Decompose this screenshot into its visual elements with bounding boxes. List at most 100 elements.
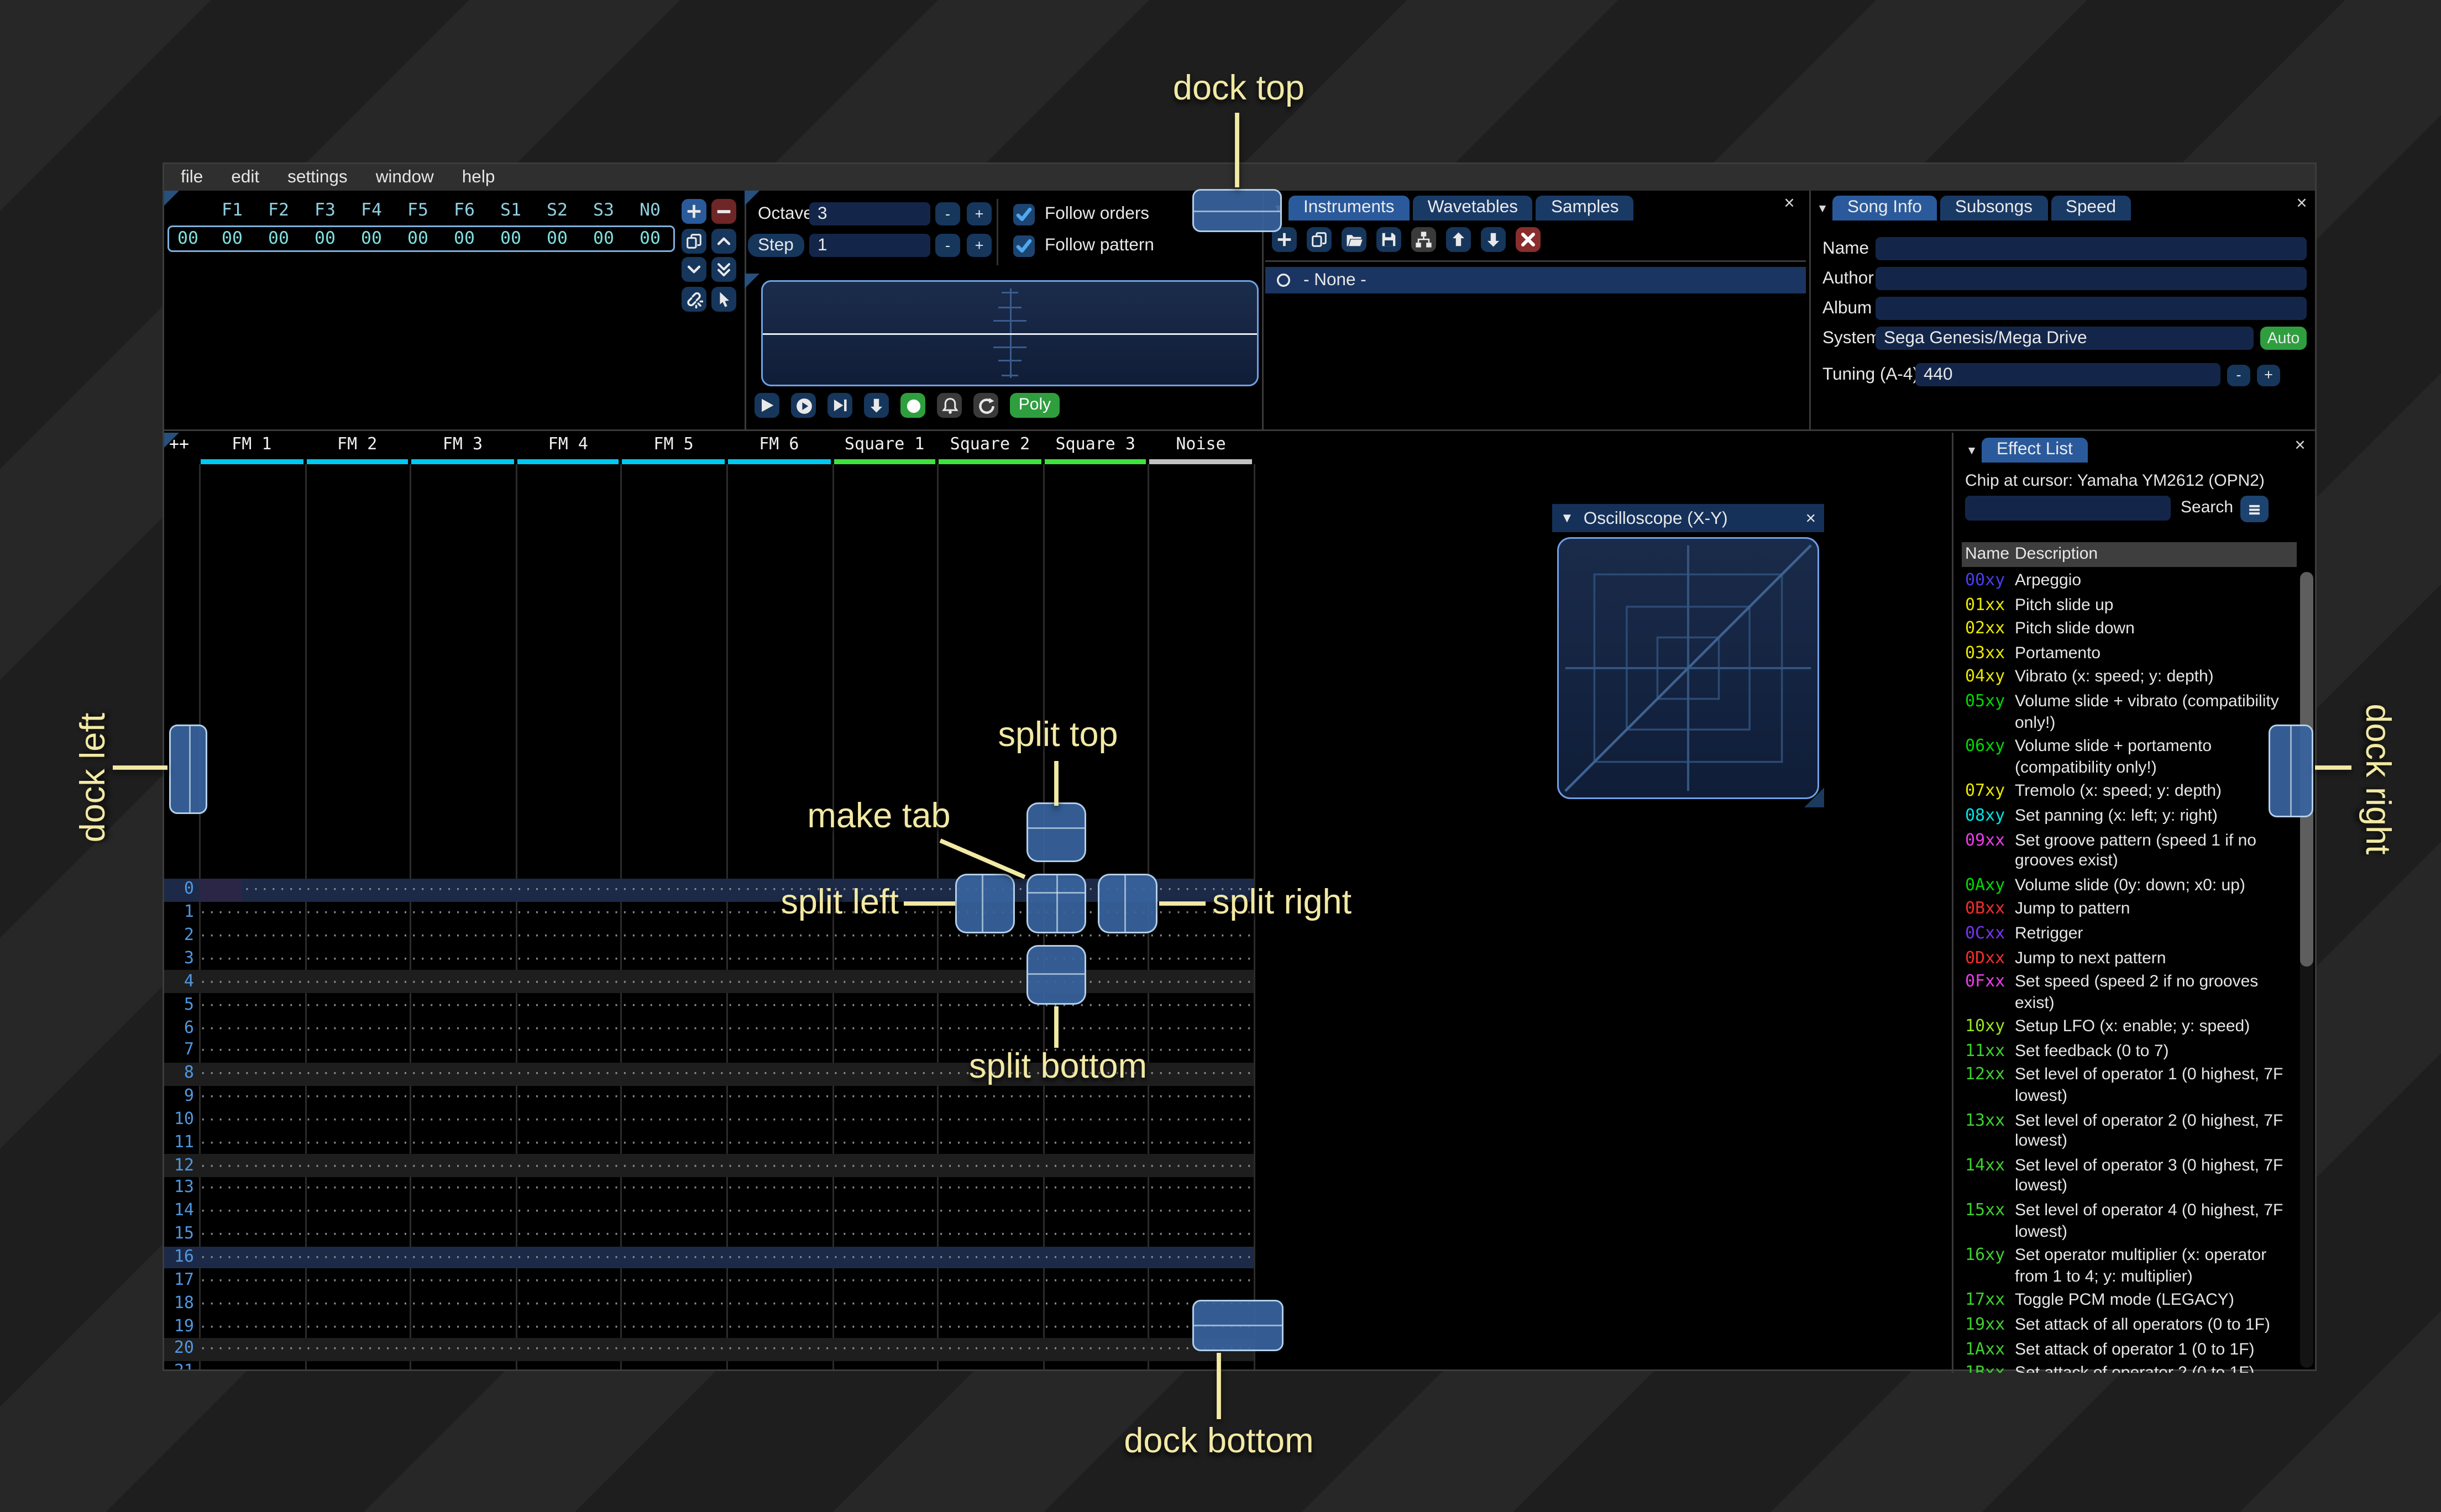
channel-header-fm-1[interactable]: FM 1 bbox=[199, 436, 305, 454]
author-input[interactable] bbox=[1876, 267, 2307, 290]
album-input[interactable] bbox=[1876, 297, 2307, 320]
name-input[interactable] bbox=[1876, 237, 2307, 260]
pattern-cell[interactable]: ············ bbox=[832, 1181, 937, 1196]
pattern-cell[interactable]: ············ bbox=[199, 1158, 305, 1173]
pattern-cell[interactable]: ············ bbox=[937, 1319, 1043, 1334]
pattern-cell[interactable]: ············ bbox=[515, 1227, 621, 1242]
pattern-cell[interactable]: ············ bbox=[1148, 1227, 1254, 1242]
window-list-caret-icon[interactable]: ▼ bbox=[1813, 197, 1832, 221]
split-left-target[interactable] bbox=[955, 874, 1015, 933]
pattern-cell[interactable]: ············ bbox=[305, 928, 410, 943]
pattern-cell[interactable]: ············ bbox=[726, 1319, 832, 1334]
pattern-cell[interactable]: ············ bbox=[199, 1043, 305, 1058]
record-button[interactable] bbox=[900, 393, 925, 418]
pattern-cell[interactable]: ············ bbox=[1148, 1181, 1254, 1196]
pattern-cell[interactable]: ············ bbox=[199, 998, 305, 1012]
step-plus-button[interactable]: + bbox=[967, 234, 992, 257]
step-input[interactable]: 1 bbox=[809, 234, 930, 257]
pattern-cell[interactable]: ············ bbox=[1148, 1135, 1254, 1150]
pattern-cell[interactable]: ············ bbox=[1148, 1089, 1254, 1104]
pattern-cell[interactable]: ············ bbox=[1043, 1112, 1148, 1127]
split-right-target[interactable] bbox=[1098, 874, 1157, 933]
pattern-cell[interactable]: ············ bbox=[621, 1181, 726, 1196]
pattern-cell[interactable]: ············ bbox=[1148, 1250, 1254, 1265]
pattern-cell[interactable]: ············ bbox=[621, 1135, 726, 1150]
pattern-cell[interactable]: ············ bbox=[199, 1250, 305, 1265]
pattern-cell[interactable]: ············ bbox=[1043, 1204, 1148, 1219]
pattern-cell[interactable]: ············ bbox=[305, 1296, 410, 1311]
pattern-cell[interactable]: ············ bbox=[832, 1158, 937, 1173]
pattern-cell[interactable]: ············ bbox=[515, 883, 621, 897]
dock-right-target[interactable] bbox=[2269, 725, 2313, 817]
pattern-cell[interactable]: ············ bbox=[410, 1135, 516, 1150]
auto-system-button[interactable]: Auto bbox=[2260, 327, 2307, 350]
pattern-cell[interactable]: ············ bbox=[1148, 1021, 1254, 1036]
pattern-cell[interactable]: ············ bbox=[410, 906, 516, 921]
pattern-cell[interactable]: ············ bbox=[726, 1021, 832, 1036]
pattern-cell[interactable]: ············ bbox=[621, 1204, 726, 1219]
channel-header-fm-6[interactable]: FM 6 bbox=[726, 436, 832, 454]
pattern-cell[interactable]: ············ bbox=[832, 1021, 937, 1036]
open-instrument-button[interactable] bbox=[1342, 227, 1366, 252]
pattern-cell[interactable]: ············ bbox=[199, 974, 305, 989]
pattern-cell[interactable]: ············ bbox=[305, 1089, 410, 1104]
step-row-button[interactable] bbox=[864, 393, 889, 418]
pattern-cell[interactable]: ············ bbox=[305, 1250, 410, 1265]
follow-pattern-checkbox[interactable] bbox=[1013, 234, 1035, 256]
pattern-cell[interactable]: ············ bbox=[515, 906, 621, 921]
pattern-cell[interactable]: ············ bbox=[832, 1135, 937, 1150]
pattern-cell[interactable]: ············ bbox=[832, 974, 937, 989]
pattern-cell[interactable]: ············ bbox=[410, 1112, 516, 1127]
pattern-cell[interactable]: ············ bbox=[1043, 1158, 1148, 1173]
channel-header-noise[interactable]: Noise bbox=[1148, 436, 1254, 454]
panel-separator[interactable] bbox=[1952, 433, 1953, 1373]
pattern-cell[interactable]: ············ bbox=[621, 1021, 726, 1036]
system-input[interactable]: Sega Genesis/Mega Drive bbox=[1876, 327, 2254, 350]
pattern-cell[interactable]: ············ bbox=[199, 928, 305, 943]
pattern-cell[interactable]: ············ bbox=[1043, 1319, 1148, 1334]
pattern-cell[interactable]: ············ bbox=[937, 1135, 1043, 1150]
pattern-cell[interactable]: ············ bbox=[1043, 1135, 1148, 1150]
menu-item-settings[interactable]: settings bbox=[287, 167, 348, 187]
dock-top-target[interactable] bbox=[1192, 189, 1282, 232]
tab-speed[interactable]: Speed bbox=[2050, 196, 2131, 221]
order-pattern-cell[interactable]: 00 bbox=[627, 229, 673, 249]
pattern-cell[interactable]: ············ bbox=[832, 1296, 937, 1311]
pattern-cell[interactable]: ············ bbox=[937, 1021, 1043, 1036]
instrument-up-button[interactable] bbox=[1446, 227, 1471, 252]
poly-button[interactable]: Poly bbox=[1010, 393, 1060, 418]
pattern-cell[interactable]: ············ bbox=[410, 1089, 516, 1104]
order-pattern-cell[interactable]: 00 bbox=[395, 229, 441, 249]
pattern-cell[interactable]: ············ bbox=[1148, 1365, 1254, 1369]
collapse-triangle-icon[interactable]: ▼ bbox=[1560, 511, 1574, 526]
pattern-cell[interactable]: ············ bbox=[621, 1067, 726, 1082]
pattern-cell[interactable]: ············ bbox=[410, 1181, 516, 1196]
order-pattern-cell[interactable]: 00 bbox=[441, 229, 488, 249]
pattern-cell[interactable]: ············ bbox=[1148, 1273, 1254, 1288]
pattern-cell[interactable]: ············ bbox=[199, 1342, 305, 1357]
remove-order-button[interactable] bbox=[710, 199, 736, 224]
tab-samples[interactable]: Samples bbox=[1536, 196, 1634, 221]
pattern-cell[interactable]: ············ bbox=[726, 1181, 832, 1196]
orders-current-row[interactable]: 00 00 00 00 00 00 00 00 00 00 00 bbox=[167, 225, 675, 252]
step-minus-button[interactable]: - bbox=[935, 234, 960, 257]
pattern-cell[interactable]: ············ bbox=[515, 1067, 621, 1082]
pattern-cell[interactable]: ············ bbox=[832, 998, 937, 1012]
pattern-cell[interactable]: ············ bbox=[515, 1250, 621, 1265]
pattern-cell[interactable]: ············ bbox=[1043, 1250, 1148, 1265]
play-from-cursor-button[interactable] bbox=[827, 393, 852, 418]
pattern-cell[interactable]: ············ bbox=[621, 1250, 726, 1265]
menu-item-window[interactable]: window bbox=[376, 167, 434, 187]
pattern-cell[interactable]: ············ bbox=[1148, 928, 1254, 943]
pattern-cell[interactable]: ············ bbox=[515, 1365, 621, 1369]
pattern-cell[interactable]: ············ bbox=[1148, 952, 1254, 967]
step-label[interactable]: Step bbox=[748, 234, 804, 257]
pattern-cell[interactable]: ············ bbox=[1043, 1342, 1148, 1357]
split-bottom-target[interactable] bbox=[1026, 945, 1086, 1005]
pattern-cell[interactable]: ············ bbox=[410, 1043, 516, 1058]
instrument-tree-button[interactable] bbox=[1411, 227, 1436, 252]
octave-input[interactable]: 3 bbox=[809, 202, 930, 225]
pattern-cell[interactable]: ············ bbox=[1148, 974, 1254, 989]
pattern-cell[interactable]: ············ bbox=[832, 1250, 937, 1265]
pattern-cell[interactable]: ············ bbox=[621, 1043, 726, 1058]
